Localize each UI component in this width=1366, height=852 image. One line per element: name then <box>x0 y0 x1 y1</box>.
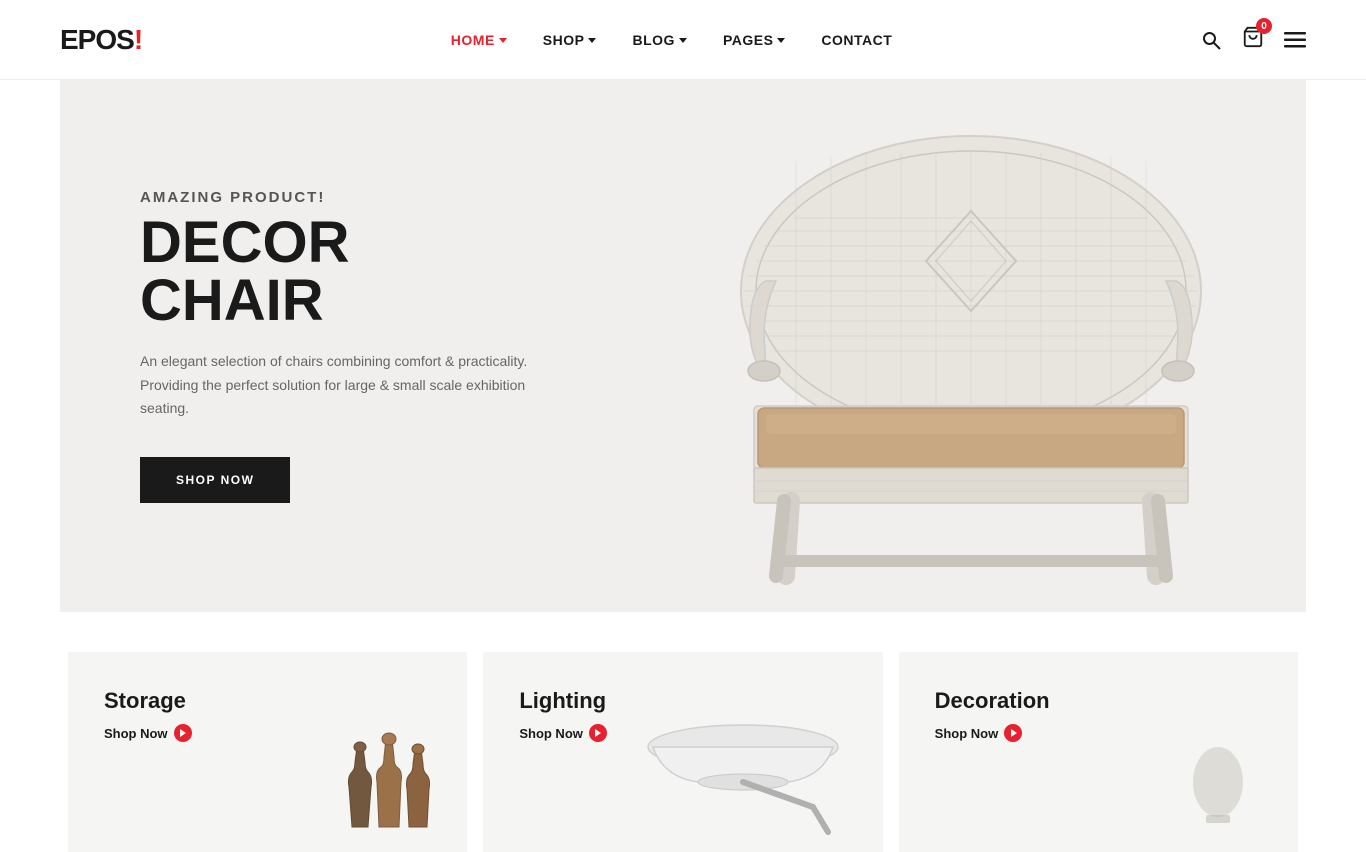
chevron-down-icon <box>499 38 507 43</box>
category-decoration: Decoration Shop Now <box>899 652 1298 852</box>
search-button[interactable] <box>1200 29 1222 51</box>
menu-button[interactable] <box>1284 29 1306 51</box>
hero-title: DECOR CHAIR <box>140 214 540 330</box>
decoration-image <box>1158 727 1278 842</box>
category-lighting: Lighting Shop Now <box>483 652 882 852</box>
category-storage-title: Storage <box>104 688 431 714</box>
category-decoration-title: Decoration <box>935 688 1262 714</box>
chevron-down-icon <box>679 38 687 43</box>
categories-section: Storage Shop Now Lighting <box>0 612 1366 852</box>
cart-count: 0 <box>1256 18 1272 34</box>
storage-image <box>327 727 447 842</box>
chevron-down-icon <box>588 38 596 43</box>
header-actions: 0 <box>1200 26 1306 53</box>
main-nav: HOME SHOP BLOG PAGES CONTACT <box>451 32 893 48</box>
hero-subtitle: AMAZING PRODUCT! <box>140 189 540 206</box>
logo[interactable]: EPOS! <box>60 24 143 56</box>
lighting-image <box>643 687 843 852</box>
nav-pages[interactable]: PAGES <box>723 32 785 48</box>
hero-cta-button[interactable]: SHOP NOW <box>140 457 290 503</box>
shop-now-arrow-icon <box>174 724 192 742</box>
hero-content: AMAZING PRODUCT! DECOR CHAIR An elegant … <box>60 189 540 503</box>
nav-blog[interactable]: BLOG <box>632 32 686 48</box>
nav-shop[interactable]: SHOP <box>543 32 597 48</box>
nav-home[interactable]: HOME <box>451 32 507 48</box>
category-storage: Storage Shop Now <box>68 652 467 852</box>
chair-illustration <box>676 106 1236 586</box>
cart-button[interactable]: 0 <box>1242 26 1264 53</box>
shop-now-arrow-icon <box>589 724 607 742</box>
nav-contact[interactable]: CONTACT <box>821 32 892 48</box>
hero-image <box>606 80 1306 612</box>
shop-now-arrow-icon <box>1004 724 1022 742</box>
site-header: EPOS! HOME SHOP BLOG PAGES CONTACT <box>0 0 1366 80</box>
hero-description: An elegant selection of chairs combining… <box>140 350 540 421</box>
chevron-down-icon <box>777 38 785 43</box>
hero-section: AMAZING PRODUCT! DECOR CHAIR An elegant … <box>60 80 1306 612</box>
